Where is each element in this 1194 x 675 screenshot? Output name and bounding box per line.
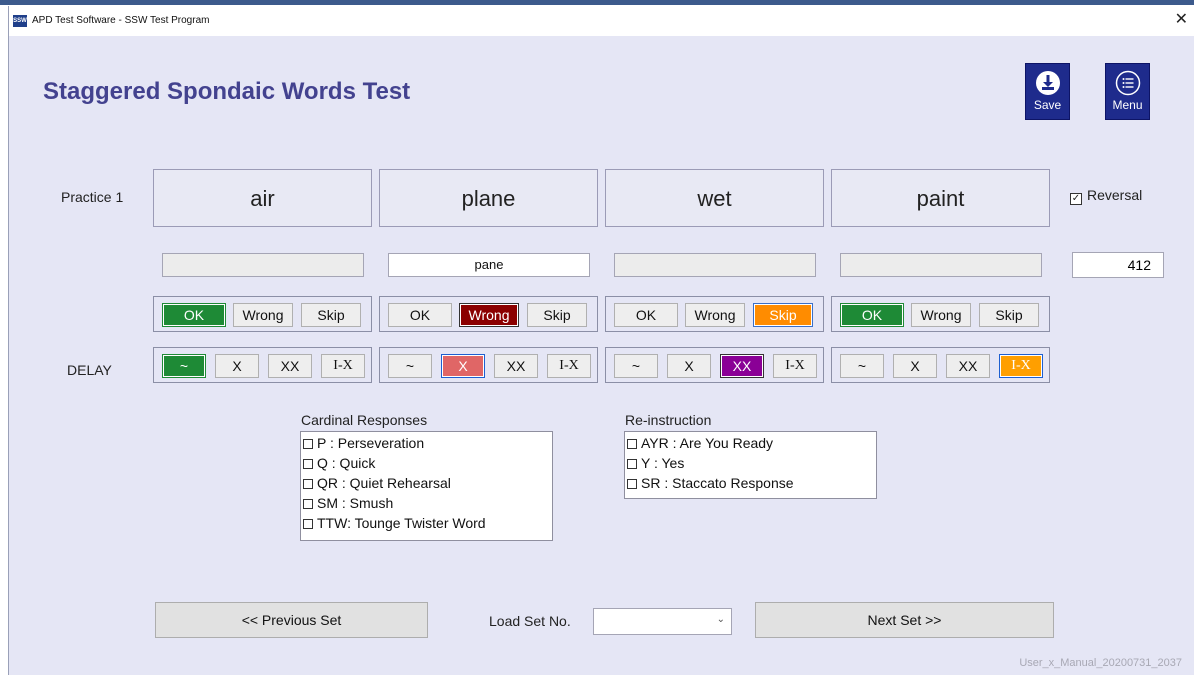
delay-x-button[interactable]: X <box>441 354 485 378</box>
skip-button[interactable]: Skip <box>753 303 813 327</box>
delay-xx-button[interactable]: XX <box>268 354 312 378</box>
menu-label: Menu <box>1112 98 1143 112</box>
load-set-label: Load Set No. <box>489 613 571 629</box>
delay-group-1: ~ X XX I-X <box>153 347 372 383</box>
checkbox-icon <box>303 479 313 489</box>
load-set-select[interactable]: ⌄ <box>593 608 732 635</box>
delay-tilde-button[interactable]: ~ <box>162 354 206 378</box>
delay-ix-button[interactable]: I-X <box>321 354 365 378</box>
delay-xx-button[interactable]: XX <box>946 354 990 378</box>
app-icon: SSW <box>13 15 27 27</box>
checkbox-icon <box>627 439 637 449</box>
reinstruction-list: AYR : Are You Ready Y : Yes SR : Staccat… <box>624 431 877 499</box>
checkbox-icon <box>627 459 637 469</box>
delay-tilde-button[interactable]: ~ <box>388 354 432 378</box>
previous-set-button[interactable]: << Previous Set <box>155 602 428 638</box>
wrong-button[interactable]: Wrong <box>911 303 971 327</box>
ok-button[interactable]: OK <box>162 303 226 327</box>
close-icon[interactable]: ✕ <box>1175 11 1188 29</box>
watermark: User_x_Manual_20200731_2037 <box>1019 657 1182 669</box>
list-item[interactable]: SR : Staccato Response <box>625 473 876 493</box>
ok-button[interactable]: OK <box>614 303 678 327</box>
wrong-button[interactable]: Wrong <box>685 303 745 327</box>
list-item[interactable]: Q : Quick <box>301 453 552 473</box>
score-field[interactable]: 412 <box>1072 252 1164 278</box>
save-button[interactable]: Save <box>1025 63 1070 120</box>
download-icon <box>1035 71 1060 95</box>
checkbox-icon <box>303 519 313 529</box>
list-item[interactable]: SM : Smush <box>301 493 552 513</box>
checkbox-checked-icon: ✓ <box>1070 193 1082 205</box>
app-window: SSW APD Test Software - SSW Test Program… <box>8 6 1194 675</box>
delay-group-2: ~ X XX I-X <box>379 347 598 383</box>
cardinal-title: Cardinal Responses <box>301 412 428 428</box>
ok-button[interactable]: OK <box>388 303 452 327</box>
delay-group-3: ~ X XX I-X <box>605 347 824 383</box>
next-set-button[interactable]: Next Set >> <box>755 602 1054 638</box>
reinstruction-title: Re-instruction <box>625 412 712 428</box>
delay-tilde-button[interactable]: ~ <box>614 354 658 378</box>
ok-button[interactable]: OK <box>840 303 904 327</box>
response-field-3[interactable] <box>614 253 816 277</box>
title-bar: SSW APD Test Software - SSW Test Program… <box>9 6 1194 36</box>
skip-button[interactable]: Skip <box>527 303 587 327</box>
delay-ix-button[interactable]: I-X <box>999 354 1043 378</box>
list-item[interactable]: TTW: Tounge Twister Word <box>301 513 552 533</box>
delay-xx-button[interactable]: XX <box>720 354 764 378</box>
delay-x-button[interactable]: X <box>667 354 711 378</box>
wrong-button[interactable]: Wrong <box>233 303 293 327</box>
checkbox-icon <box>303 499 313 509</box>
chevron-down-icon: ⌄ <box>716 614 725 625</box>
answer-group-3: OK Wrong Skip <box>605 296 824 332</box>
desktop-top-border <box>0 0 1194 5</box>
reversal-checkbox[interactable]: ✓ Reversal <box>1070 187 1142 205</box>
delay-ix-button[interactable]: I-X <box>773 354 817 378</box>
delay-group-4: ~ X XX I-X <box>831 347 1050 383</box>
word-box-1: air <box>153 169 372 227</box>
answer-group-2: OK Wrong Skip <box>379 296 598 332</box>
delay-label: DELAY <box>67 362 112 378</box>
delay-xx-button[interactable]: XX <box>494 354 538 378</box>
list-item[interactable]: P : Perseveration <box>301 433 552 453</box>
word-box-3: wet <box>605 169 824 227</box>
list-item[interactable]: AYR : Are You Ready <box>625 433 876 453</box>
answer-group-1: OK Wrong Skip <box>153 296 372 332</box>
save-label: Save <box>1033 98 1062 112</box>
response-field-4[interactable] <box>840 253 1042 277</box>
skip-button[interactable]: Skip <box>301 303 361 327</box>
checkbox-icon <box>303 439 313 449</box>
delay-tilde-button[interactable]: ~ <box>840 354 884 378</box>
page-title: Staggered Spondaic Words Test <box>43 78 411 105</box>
checkbox-icon <box>627 479 637 489</box>
window-title: APD Test Software - SSW Test Program <box>32 15 210 26</box>
list-item[interactable]: Y : Yes <box>625 453 876 473</box>
list-icon <box>1115 70 1140 96</box>
list-item[interactable]: QR : Quiet Rehearsal <box>301 473 552 493</box>
practice-label: Practice 1 <box>61 189 124 205</box>
wrong-button[interactable]: Wrong <box>459 303 519 327</box>
word-box-4: paint <box>831 169 1050 227</box>
delay-ix-button[interactable]: I-X <box>547 354 591 378</box>
menu-button[interactable]: Menu <box>1105 63 1150 120</box>
answer-group-4: OK Wrong Skip <box>831 296 1050 332</box>
response-field-1[interactable] <box>162 253 364 277</box>
reversal-label: Reversal <box>1087 187 1143 203</box>
checkbox-icon <box>303 459 313 469</box>
response-field-2[interactable]: pane <box>388 253 590 277</box>
delay-x-button[interactable]: X <box>893 354 937 378</box>
skip-button[interactable]: Skip <box>979 303 1039 327</box>
cardinal-list: P : Perseveration Q : Quick QR : Quiet R… <box>300 431 553 541</box>
word-box-2: plane <box>379 169 598 227</box>
delay-x-button[interactable]: X <box>215 354 259 378</box>
